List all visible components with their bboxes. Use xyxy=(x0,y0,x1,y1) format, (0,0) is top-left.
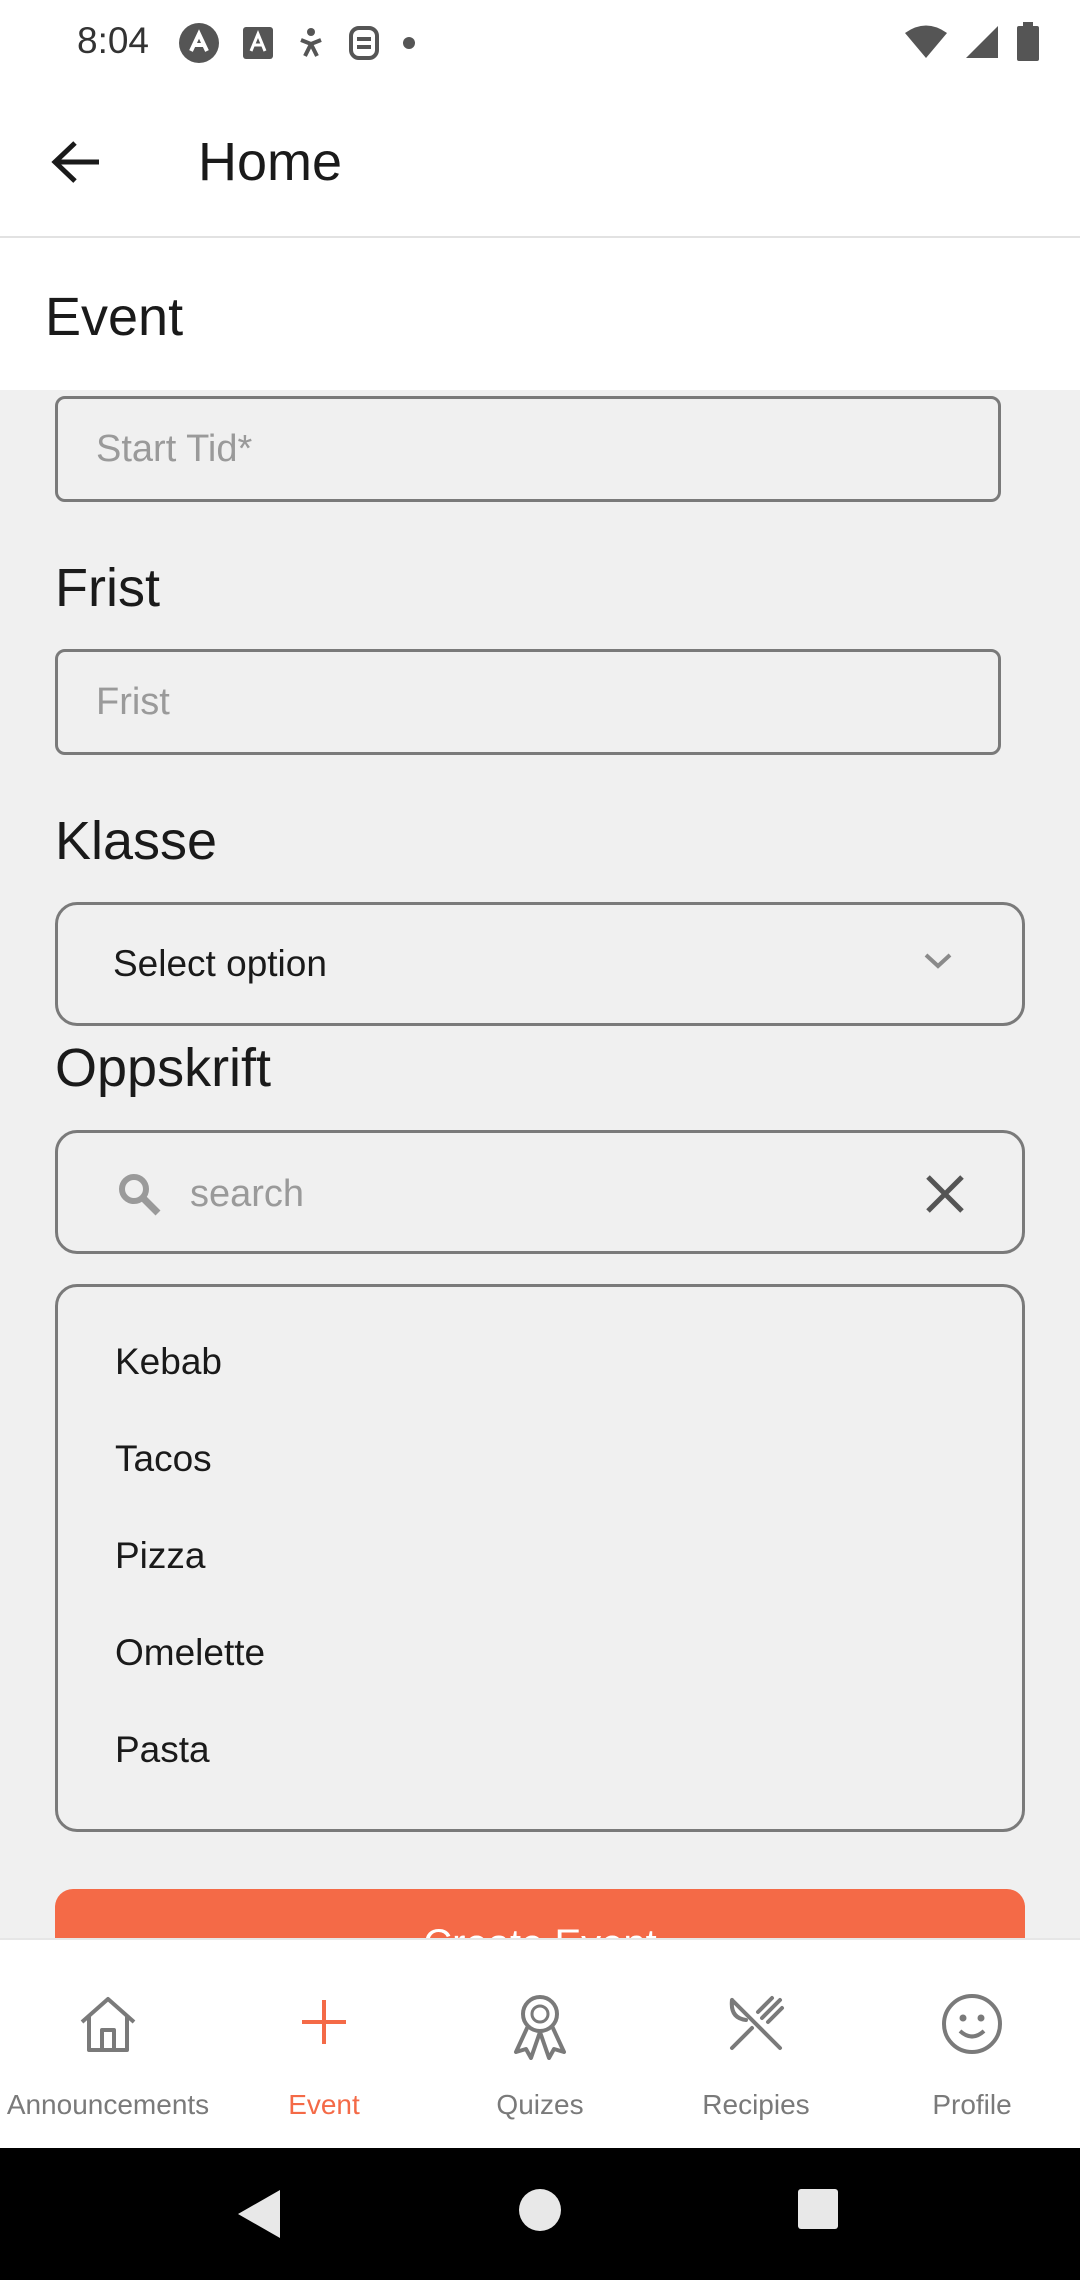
nav-item-event[interactable]: Event xyxy=(216,1940,432,2150)
section-header: Event xyxy=(0,238,1080,390)
nav-label-profile: Profile xyxy=(932,2089,1012,2120)
section-title: Event xyxy=(45,287,184,347)
accessibility-icon xyxy=(300,28,322,57)
app-bar: Home xyxy=(0,84,1080,238)
recipe-search[interactable]: search xyxy=(55,1130,1025,1254)
list-item[interactable]: Pasta xyxy=(115,1729,210,1771)
create-event-button[interactable]: Create Event xyxy=(55,1889,1025,1938)
start-time-placeholder: Start Tid* xyxy=(96,427,253,470)
nav-item-announcements[interactable]: Announcements xyxy=(0,1940,216,2150)
award-icon xyxy=(514,1995,566,2060)
utensils-icon xyxy=(729,1996,784,2050)
signal-icon xyxy=(966,26,998,58)
nav-item-quizes[interactable]: Quizes xyxy=(432,1940,648,2150)
search-icon xyxy=(119,1174,161,1216)
system-nav-bar xyxy=(0,2148,1080,2280)
event-form: Start Tid* Frist Frist Klasse Select opt… xyxy=(0,390,1080,1938)
autopilot-icon xyxy=(179,23,219,63)
deadline-input[interactable]: Frist xyxy=(55,649,1001,755)
deadline-placeholder: Frist xyxy=(96,680,170,723)
list-item[interactable]: Omelette xyxy=(115,1632,265,1674)
class-select-value: Select option xyxy=(113,943,327,984)
smiley-icon xyxy=(942,1994,1002,2054)
system-home-icon[interactable] xyxy=(518,2188,562,2232)
page-title: Home xyxy=(198,132,343,192)
nav-label-announcements: Announcements xyxy=(6,2089,210,2120)
nav-label-recipies: Recipies xyxy=(702,2089,810,2120)
status-icons-left xyxy=(178,22,416,64)
battery-icon xyxy=(1017,22,1039,61)
nav-label-quizes: Quizes xyxy=(496,2089,584,2120)
status-bar: 8:04 xyxy=(0,0,1080,84)
list-item[interactable]: Kebab xyxy=(115,1341,222,1383)
plus-icon xyxy=(302,2000,346,2044)
close-icon[interactable] xyxy=(924,1173,966,1215)
recipe-label: Oppskrift xyxy=(55,1038,272,1098)
class-select[interactable]: Select option xyxy=(55,902,1025,1026)
system-recents-icon[interactable] xyxy=(797,2188,839,2230)
status-icons-right xyxy=(904,22,1040,62)
search-input[interactable]: search xyxy=(190,1173,304,1216)
back-button[interactable] xyxy=(40,126,112,198)
wifi-icon xyxy=(905,25,947,58)
status-time: 8:04 xyxy=(77,20,150,61)
keyboard-icon xyxy=(243,27,273,59)
bottom-nav: Announcements Event Quizes Recipies Prof… xyxy=(0,1938,1080,2150)
arrow-back-icon xyxy=(51,141,99,183)
system-back-icon[interactable] xyxy=(236,2188,282,2240)
nav-label-event: Event xyxy=(288,2089,360,2120)
recipe-options-list: Kebab Tacos Pizza Omelette Pasta xyxy=(55,1284,1025,1832)
face-icon xyxy=(349,26,379,60)
nav-item-recipies[interactable]: Recipies xyxy=(648,1940,864,2150)
class-label: Klasse xyxy=(55,811,218,871)
nav-item-profile[interactable]: Profile xyxy=(864,1940,1080,2150)
home-icon xyxy=(80,1997,136,2052)
list-item[interactable]: Tacos xyxy=(115,1438,212,1480)
dot-icon xyxy=(403,37,415,49)
chevron-down-icon xyxy=(924,953,952,969)
start-time-input[interactable]: Start Tid* xyxy=(55,396,1001,502)
list-item[interactable]: Pizza xyxy=(115,1535,205,1577)
deadline-label: Frist xyxy=(55,558,160,618)
